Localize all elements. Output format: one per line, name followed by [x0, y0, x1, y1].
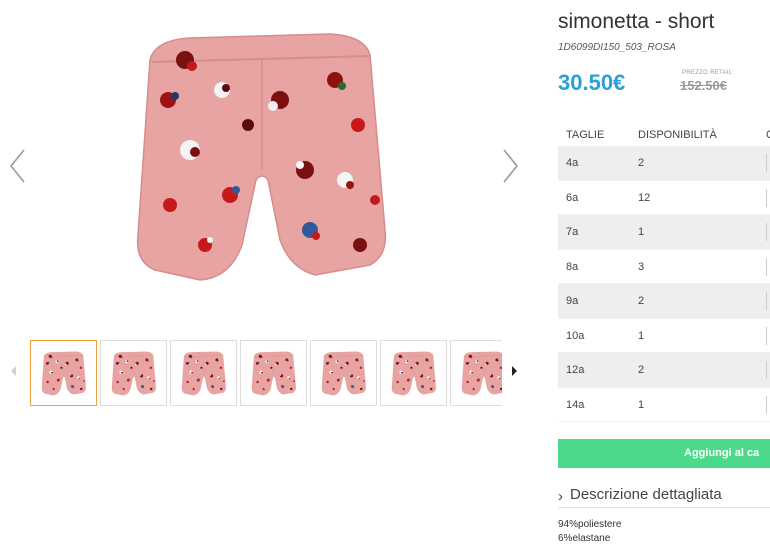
sizes-table-header: TAGLIE DISPONIBILITÀ C	[558, 125, 770, 146]
header-quantity: C	[766, 129, 770, 141]
product-main-image	[130, 30, 395, 290]
thumbnail-strip	[0, 338, 530, 408]
thumbnail[interactable]	[450, 340, 502, 406]
thumbnail-track	[28, 338, 502, 408]
quantity-input[interactable]	[766, 292, 770, 310]
add-to-cart-label: Aggiungi al ca	[684, 447, 760, 459]
availability-cell: 2	[638, 295, 645, 307]
retail-price-label: PREZZO RETAIL	[682, 70, 733, 76]
thumbnail-prev-button[interactable]	[8, 364, 18, 378]
header-sizes: TAGLIE	[566, 129, 605, 141]
chevron-right-icon	[503, 149, 519, 183]
thumbnail[interactable]	[170, 340, 237, 406]
availability-cell: 1	[638, 329, 645, 342]
quantity-input[interactable]	[766, 326, 770, 345]
product-sku: 1D6099DI150_503_ROSA	[558, 42, 676, 53]
product-info-panel: simonetta - short 1D6099DI150_503_ROSA 3…	[558, 0, 770, 554]
size-cell: 14a	[566, 398, 585, 411]
triangle-left-icon	[11, 366, 16, 376]
thumbnail[interactable]	[380, 340, 447, 406]
retail-price: 152.50€	[680, 78, 727, 93]
chevron-left-icon	[9, 149, 25, 183]
quantity-input[interactable]	[766, 154, 770, 172]
description-toggle[interactable]: › Descrizione dettagliata	[558, 484, 770, 508]
availability-cell: 1	[638, 398, 645, 411]
table-row: 14a 1	[558, 388, 770, 422]
availability-cell: 12	[638, 191, 651, 204]
table-row: 10a 1	[558, 319, 770, 353]
triangle-right-icon	[512, 366, 517, 376]
quantity-input[interactable]	[766, 361, 770, 379]
gallery-next-button[interactable]	[500, 148, 520, 184]
size-cell: 9a	[566, 295, 579, 307]
size-cell: 10a	[566, 329, 585, 342]
size-cell: 8a	[566, 260, 579, 273]
add-to-cart-button[interactable]: Aggiungi al ca	[558, 439, 770, 468]
availability-cell: 1	[638, 226, 645, 238]
table-row: 6a 12	[558, 181, 770, 215]
size-cell: 4a	[566, 157, 579, 169]
sizes-table: TAGLIE DISPONIBILITÀ C 4a 2 6a 12 7a 1 8a 3 9a 2 1…	[558, 125, 770, 422]
quantity-input[interactable]	[766, 223, 770, 241]
thumbnail-next-button[interactable]	[510, 364, 520, 378]
availability-cell: 3	[638, 260, 645, 273]
description-toggle-label: Descrizione dettagliata	[570, 486, 722, 503]
header-availability: DISPONIBILITÀ	[638, 129, 717, 141]
availability-cell: 2	[638, 364, 645, 376]
thumbnail[interactable]	[310, 340, 377, 406]
table-row: 7a 1	[558, 215, 770, 250]
product-price: 30.50€	[558, 70, 626, 95]
size-cell: 6a	[566, 191, 579, 204]
sizes-table-body: 4a 2 6a 12 7a 1 8a 3 9a 2 10a 1 12a 2 14a 1	[558, 146, 770, 422]
quantity-input[interactable]	[766, 257, 770, 276]
table-row: 12a 2	[558, 353, 770, 388]
product-title: simonetta - short	[558, 10, 715, 33]
thumbnail[interactable]	[30, 340, 97, 406]
size-cell: 7a	[566, 226, 579, 238]
composition-line: 6%elastane	[558, 533, 611, 544]
table-row: 9a 2	[558, 284, 770, 319]
quantity-input[interactable]	[766, 188, 770, 207]
quantity-input[interactable]	[766, 395, 770, 414]
availability-cell: 2	[638, 157, 645, 169]
size-cell: 12a	[566, 364, 585, 376]
composition-line: 94%poliestere	[558, 519, 622, 530]
thumbnail[interactable]	[100, 340, 167, 406]
gallery-prev-button[interactable]	[8, 148, 28, 184]
chevron-right-icon: ›	[558, 488, 563, 505]
table-row: 8a 3	[558, 250, 770, 284]
table-row: 4a 2	[558, 146, 770, 181]
thumbnail[interactable]	[240, 340, 307, 406]
